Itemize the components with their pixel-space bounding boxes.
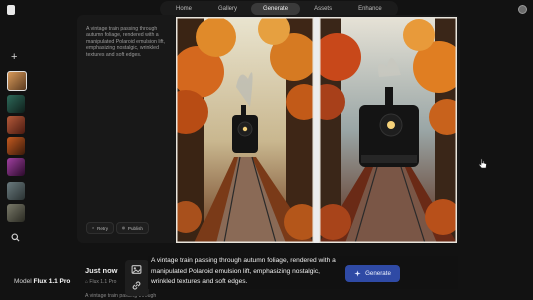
history-model-name: Flux 1.1 Pro xyxy=(89,279,117,285)
generate-button[interactable]: Generate xyxy=(345,265,400,282)
prompt-input[interactable]: A vintage train passing through autumn f… xyxy=(151,256,341,288)
search-icon[interactable] xyxy=(11,233,20,242)
avatar[interactable] xyxy=(518,5,527,14)
tab-enhance[interactable]: Enhance xyxy=(346,3,394,15)
link-icon[interactable] xyxy=(131,280,142,291)
generated-image[interactable] xyxy=(319,17,457,243)
publish-button[interactable]: Publish xyxy=(116,222,149,234)
history-thumbnail[interactable] xyxy=(7,158,25,176)
tab-generate[interactable]: Generate xyxy=(251,3,301,15)
retry-label: Retry xyxy=(97,225,108,231)
history-title: Just now xyxy=(85,266,118,275)
history-thumbnail[interactable] xyxy=(7,182,25,200)
publish-icon xyxy=(122,226,125,230)
generate-label: Generate xyxy=(365,270,391,277)
retry-button[interactable]: Retry xyxy=(86,222,114,234)
app-logo[interactable] xyxy=(7,5,15,15)
history-thumbnail[interactable] xyxy=(7,71,27,91)
model-name: Flux 1.1 Pro xyxy=(33,278,71,285)
prompt-toolbar xyxy=(125,260,149,296)
model-selector[interactable]: Model Flux 1.1 Pro xyxy=(14,278,70,285)
model-prefix: Model xyxy=(14,278,32,285)
plus-icon[interactable]: + xyxy=(11,52,17,63)
tab-assets[interactable]: Assets xyxy=(302,3,344,15)
history-thumbnail[interactable] xyxy=(7,116,25,134)
image-icon[interactable] xyxy=(131,264,142,275)
history-thumbnail[interactable] xyxy=(7,137,25,155)
history-thumbnail[interactable] xyxy=(7,204,25,222)
sparkle-icon xyxy=(354,270,361,277)
publish-label: Publish xyxy=(127,225,143,231)
mouse-cursor-icon xyxy=(478,158,487,169)
prompt-preview: A vintage train passing through autumn f… xyxy=(86,26,166,58)
tab-gallery[interactable]: Gallery xyxy=(206,3,249,15)
retry-icon xyxy=(92,227,94,229)
model-small-icon: ⌂ xyxy=(85,279,89,285)
tab-home[interactable]: Home xyxy=(164,3,204,15)
history-thumbnail[interactable] xyxy=(7,95,25,113)
history-model: ⌂ Flux 1.1 Pro xyxy=(85,279,116,285)
generated-image[interactable] xyxy=(176,17,314,243)
